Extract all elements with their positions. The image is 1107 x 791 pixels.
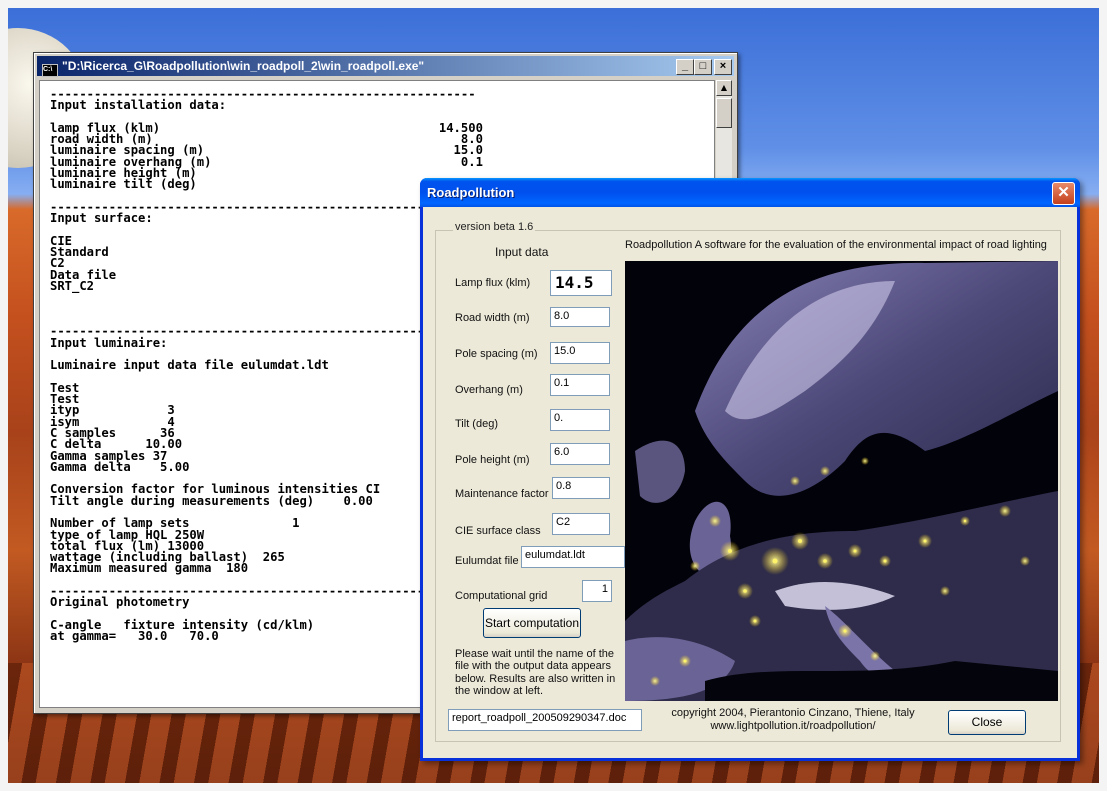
console-close-button[interactable]: × bbox=[714, 59, 732, 75]
tilt-label: Tilt (deg) bbox=[455, 418, 498, 430]
console-line: Maximum measured gamma 180 bbox=[50, 561, 249, 576]
console-line: Tilt angle during measurements (deg) 0.0… bbox=[50, 493, 373, 508]
overhang-input[interactable]: 0.1 bbox=[550, 374, 610, 396]
pole-spacing-input[interactable]: 15.0 bbox=[550, 342, 610, 364]
console-line: luminaire tilt (deg) bbox=[50, 177, 197, 192]
console-line: Luminaire input data file eulumdat.ldt bbox=[50, 358, 329, 373]
computational-grid-input[interactable]: 1 bbox=[582, 580, 612, 602]
app-description: Roadpollution A software for the evaluat… bbox=[625, 239, 1047, 251]
input-data-heading: Input data bbox=[495, 245, 549, 259]
copyright-text: copyright 2004, Pierantonio Cinzano, Thi… bbox=[671, 707, 915, 719]
output-file-field[interactable]: report_roadpoll_200509290347.doc bbox=[448, 709, 642, 731]
console-line: Input surface: bbox=[50, 211, 153, 226]
console-title: "D:\Ricerca_G\Roadpollution\win_roadpoll… bbox=[62, 59, 425, 73]
console-line: at gamma= 30.0 70.0 bbox=[50, 629, 219, 644]
console-app-icon: C:\ bbox=[42, 64, 58, 77]
console-line: Input luminaire: bbox=[50, 335, 168, 350]
lamp-flux-label: Lamp flux (klm) bbox=[455, 277, 531, 289]
road-width-input[interactable]: 8.0 bbox=[550, 307, 610, 327]
console-line: Original photometry bbox=[50, 595, 190, 610]
dialog-titlebar[interactable]: Roadpollution ✕ bbox=[420, 178, 1080, 207]
scroll-thumb[interactable] bbox=[716, 98, 732, 128]
pole-height-input[interactable]: 6.0 bbox=[550, 443, 610, 465]
road-width-label: Road width (m) bbox=[455, 312, 530, 324]
eulumdat-file-input[interactable]: eulumdat.ldt bbox=[521, 546, 625, 568]
console-line: Input installation data: bbox=[50, 98, 227, 113]
roadpollution-dialog[interactable]: Roadpollution ✕ version beta 1.6 Input d… bbox=[420, 178, 1080, 761]
pole-height-label: Pole height (m) bbox=[455, 454, 530, 466]
website-text: www.lightpollution.it/roadpollution/ bbox=[710, 720, 876, 732]
maintenance-factor-input[interactable]: 0.8 bbox=[552, 477, 610, 499]
europe-night-map bbox=[625, 261, 1058, 701]
maximize-button[interactable]: □ bbox=[694, 59, 712, 75]
europe-night-map-graphic bbox=[625, 261, 1058, 701]
please-wait-info: Please wait until the name of the file w… bbox=[455, 648, 616, 698]
minimize-button[interactable]: _ bbox=[676, 59, 694, 75]
tilt-input[interactable]: 0. bbox=[550, 409, 610, 431]
pole-spacing-label: Pole spacing (m) bbox=[455, 348, 538, 360]
cie-surface-class-input[interactable]: C2 bbox=[552, 513, 610, 535]
maintenance-factor-label: Maintenance factor bbox=[455, 488, 549, 500]
computational-grid-label: Computational grid bbox=[455, 590, 548, 602]
cie-surface-class-label: CIE surface class bbox=[455, 525, 541, 537]
console-line: Gamma delta 5.00 bbox=[50, 459, 190, 474]
eulumdat-file-label: Eulumdat file bbox=[455, 555, 519, 567]
start-computation-button[interactable]: Start computation bbox=[483, 608, 581, 638]
console-line: SRT_C2 bbox=[50, 279, 95, 294]
version-label: version beta 1.6 bbox=[453, 221, 536, 233]
dialog-close-icon[interactable]: ✕ bbox=[1052, 182, 1075, 205]
dialog-title: Roadpollution bbox=[427, 185, 515, 200]
overhang-label: Overhang (m) bbox=[455, 384, 523, 396]
lamp-flux-input[interactable]: 14.5 bbox=[550, 270, 612, 296]
scroll-up-arrow-icon[interactable]: ▲ bbox=[716, 80, 732, 96]
console-titlebar[interactable]: C:\ "D:\Ricerca_G\Roadpollution\win_roadp… bbox=[37, 56, 734, 77]
close-button[interactable]: Close bbox=[948, 710, 1026, 735]
